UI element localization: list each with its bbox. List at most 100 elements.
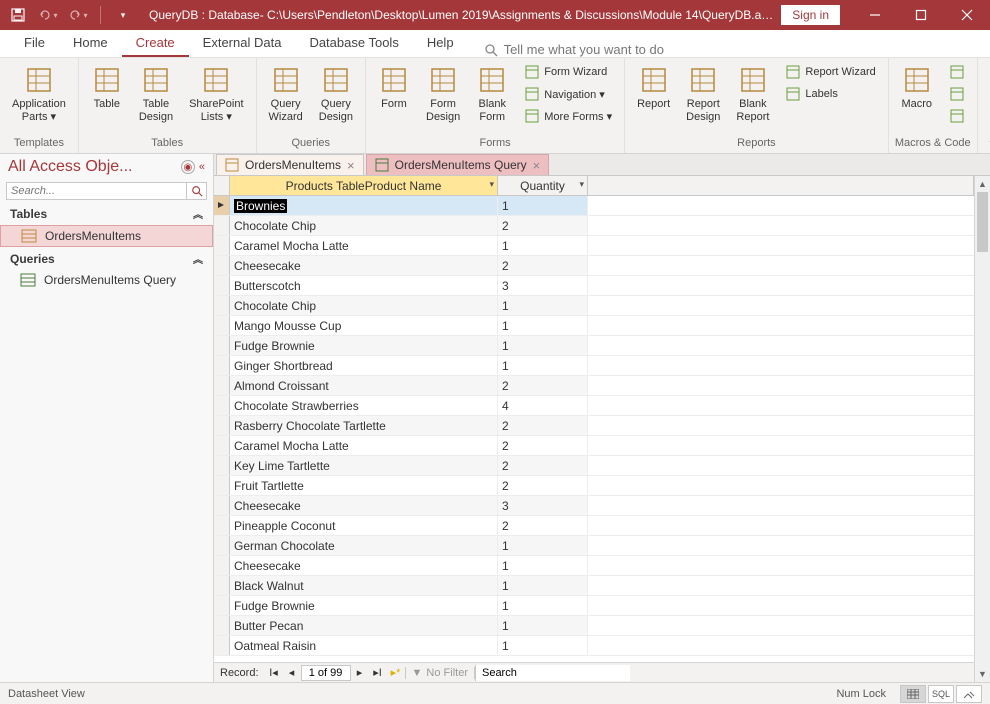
signin-button[interactable]: Sign in [781, 5, 840, 25]
close-button[interactable] [944, 0, 990, 30]
doctab-ordersmenuitems[interactable]: OrdersMenuItems× [216, 154, 364, 175]
cell-quantity[interactable]: 2 [498, 376, 588, 395]
row-selector[interactable] [214, 516, 230, 535]
chevron-up-icon[interactable]: ︽ [193, 206, 203, 221]
table-row[interactable]: Oatmeal Raisin1 [214, 636, 974, 656]
cell-product[interactable]: Black Walnut [230, 576, 498, 595]
row-selector[interactable] [214, 496, 230, 515]
ribbon-btn-report-wizard[interactable]: Report Wizard [781, 62, 879, 82]
chevron-up-icon[interactable]: ︽ [193, 251, 203, 266]
tab-external-data[interactable]: External Data [189, 30, 296, 57]
table-row[interactable]: Chocolate Chip1 [214, 296, 974, 316]
table-row[interactable]: Cheesecake1 [214, 556, 974, 576]
ribbon-btn-form[interactable]: Form [372, 60, 416, 115]
nav-item-ordersmenuitems[interactable]: OrdersMenuItems [0, 225, 213, 247]
row-selector[interactable] [214, 276, 230, 295]
ribbon-btn-query-design[interactable]: QueryDesign [313, 60, 359, 128]
cell-product[interactable]: Chocolate Chip [230, 216, 498, 235]
scrollbar-thumb[interactable] [977, 192, 988, 252]
prev-record-button[interactable]: ◂ [283, 664, 301, 682]
record-search-input[interactable] [475, 665, 630, 681]
ribbon-btn-report-design[interactable]: ReportDesign [680, 60, 726, 128]
cell-quantity[interactable]: 1 [498, 336, 588, 355]
row-selector[interactable] [214, 596, 230, 615]
row-selector[interactable] [214, 636, 230, 655]
tab-home[interactable]: Home [59, 30, 122, 57]
cell-quantity[interactable]: 1 [498, 356, 588, 375]
table-row[interactable]: Almond Croissant2 [214, 376, 974, 396]
nav-section-queries[interactable]: Queries︽ [0, 247, 213, 270]
cell-product[interactable]: Butter Pecan [230, 616, 498, 635]
ribbon-btn-sharepoint-lists-[interactable]: SharePointLists ▾ [183, 60, 249, 128]
ribbon-btn-table[interactable]: Table [85, 60, 129, 115]
table-row[interactable]: Cheesecake2 [214, 256, 974, 276]
ribbon-btn-more-forms-[interactable]: More Forms ▾ [520, 106, 616, 126]
cell-product[interactable]: Caramel Mocha Latte [230, 436, 498, 455]
cell-product[interactable]: Chocolate Chip [230, 296, 498, 315]
cell-quantity[interactable]: 1 [498, 616, 588, 635]
datasheet-body[interactable]: Brownies1Chocolate Chip2Caramel Mocha La… [214, 196, 974, 662]
cell-product[interactable]: Rasberry Chocolate Tartlette [230, 416, 498, 435]
table-row[interactable]: Fudge Brownie1 [214, 596, 974, 616]
row-selector[interactable] [214, 216, 230, 235]
table-row[interactable]: Ginger Shortbread1 [214, 356, 974, 376]
cell-product[interactable]: Caramel Mocha Latte [230, 236, 498, 255]
table-row[interactable]: Cheesecake3 [214, 496, 974, 516]
design-view-button[interactable] [956, 685, 982, 703]
filter-indicator[interactable]: ▼No Filter [405, 667, 475, 679]
tab-help[interactable]: Help [413, 30, 468, 57]
cell-product[interactable]: Cheesecake [230, 496, 498, 515]
table-row[interactable]: German Chocolate1 [214, 536, 974, 556]
cell-quantity[interactable]: 2 [498, 216, 588, 235]
row-selector[interactable] [214, 556, 230, 575]
nav-section-tables[interactable]: Tables︽ [0, 202, 213, 225]
cell-quantity[interactable]: 2 [498, 436, 588, 455]
tell-me-search[interactable]: Tell me what you want to do [484, 42, 664, 57]
column-header-quantity[interactable]: Quantity▾ [498, 176, 588, 195]
record-position-input[interactable] [301, 665, 351, 681]
cell-quantity[interactable]: 1 [498, 636, 588, 655]
ribbon-btn-navigation-[interactable]: Navigation ▾ [520, 84, 616, 104]
row-selector[interactable] [214, 616, 230, 635]
table-row[interactable]: Caramel Mocha Latte2 [214, 436, 974, 456]
cell-product[interactable]: Chocolate Strawberries [230, 396, 498, 415]
ribbon-btn-report[interactable]: Report [631, 60, 676, 115]
table-row[interactable]: Rasberry Chocolate Tartlette2 [214, 416, 974, 436]
cell-quantity[interactable]: 1 [498, 536, 588, 555]
ribbon-btn-labels[interactable]: Labels [781, 84, 879, 104]
ribbon-small-icon[interactable] [945, 62, 969, 82]
tab-create[interactable]: Create [122, 30, 189, 57]
save-icon[interactable] [6, 3, 30, 27]
cell-quantity[interactable]: 1 [498, 576, 588, 595]
ribbon-btn-form-wizard[interactable]: Form Wizard [520, 62, 616, 82]
first-record-button[interactable]: I◂ [265, 664, 283, 682]
select-all-corner[interactable] [214, 176, 230, 195]
table-row[interactable]: Butterscotch3 [214, 276, 974, 296]
row-selector[interactable] [214, 436, 230, 455]
close-icon[interactable]: × [533, 159, 541, 172]
sql-view-button[interactable]: SQL [928, 685, 954, 703]
cell-quantity[interactable]: 2 [498, 476, 588, 495]
cell-product[interactable]: Cheesecake [230, 256, 498, 275]
cell-quantity[interactable]: 1 [498, 556, 588, 575]
scroll-down-icon[interactable]: ▼ [975, 666, 990, 682]
row-selector[interactable] [214, 316, 230, 335]
cell-quantity[interactable]: 2 [498, 456, 588, 475]
navpane-header[interactable]: All Access Obje... ◉ « [0, 154, 213, 180]
chevron-down-icon[interactable]: ▾ [579, 179, 584, 190]
table-row[interactable]: Pineapple Coconut2 [214, 516, 974, 536]
table-row[interactable]: Brownies1 [214, 196, 974, 216]
ribbon-btn-blank-report[interactable]: BlankReport [730, 60, 775, 128]
cell-product[interactable]: Almond Croissant [230, 376, 498, 395]
row-selector[interactable] [214, 536, 230, 555]
close-icon[interactable]: × [347, 159, 355, 172]
cell-product[interactable]: Butterscotch [230, 276, 498, 295]
collapse-ribbon-icon[interactable] [978, 130, 990, 153]
row-selector[interactable] [214, 356, 230, 375]
table-row[interactable]: Fudge Brownie1 [214, 336, 974, 356]
navpane-dropdown-icon[interactable]: ◉ [181, 160, 195, 174]
cell-quantity[interactable]: 4 [498, 396, 588, 415]
doctab-ordersmenuitems-query[interactable]: OrdersMenuItems Query× [366, 154, 550, 175]
cell-quantity[interactable]: 1 [498, 296, 588, 315]
cell-quantity[interactable]: 3 [498, 496, 588, 515]
